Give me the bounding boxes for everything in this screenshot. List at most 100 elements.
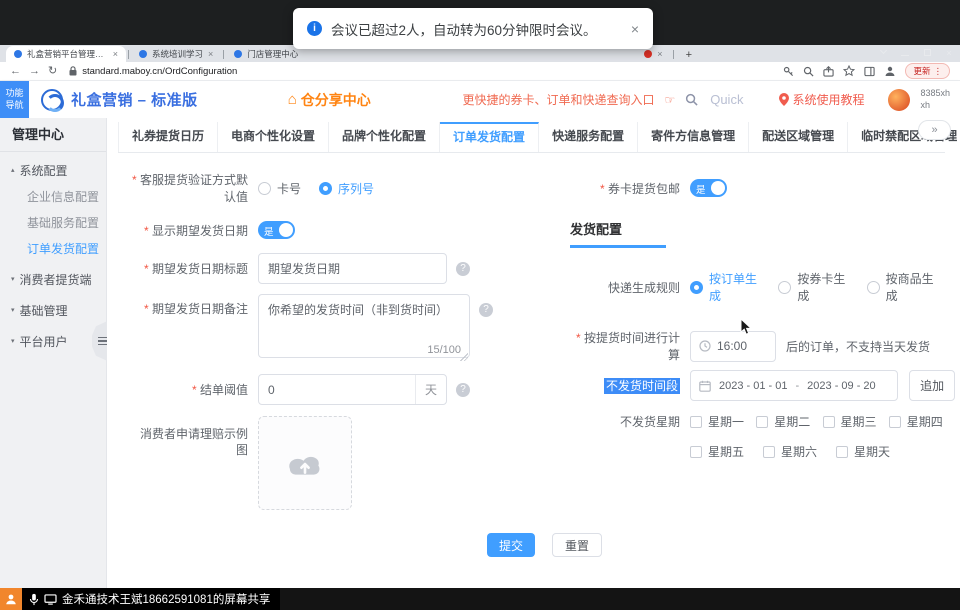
weekday-item[interactable]: 星期五 bbox=[690, 443, 763, 460]
tabs-overflow-button[interactable]: » bbox=[918, 120, 951, 140]
tab-coupon-calendar[interactable]: 礼券提货日历 bbox=[118, 122, 218, 152]
search-icon[interactable] bbox=[685, 93, 698, 106]
radio-by-coupon-label[interactable]: 按券卡生成 bbox=[797, 270, 848, 304]
checkbox bbox=[823, 416, 835, 428]
claim-example-row: 消费者申请理赔示例图 bbox=[130, 416, 470, 510]
tab-search-icon[interactable] bbox=[872, 45, 894, 62]
verify-method-label: 客服提货验证方式默认值 bbox=[130, 171, 258, 205]
expect-date-title-row: 期望发货日期标题 ? bbox=[130, 253, 470, 284]
express-rule-label: 快递生成规则 bbox=[570, 279, 690, 296]
weekday-item[interactable]: 星期六 bbox=[763, 443, 836, 460]
radio-card-number[interactable] bbox=[258, 182, 271, 195]
sidebar-item-platform-user[interactable]: ▾ 平台用户 bbox=[0, 328, 106, 354]
tab-delivery-area[interactable]: 配送区域管理 bbox=[749, 122, 848, 152]
weekday-item[interactable]: 星期四 bbox=[889, 413, 955, 430]
help-icon[interactable]: ? bbox=[456, 262, 470, 276]
radio-by-coupon[interactable] bbox=[778, 281, 791, 294]
microphone-icon[interactable] bbox=[29, 593, 39, 606]
sidebar-item-basic-service[interactable]: 基础服务配置 bbox=[0, 209, 106, 235]
submit-button[interactable]: 提交 bbox=[487, 533, 535, 557]
function-nav-button[interactable]: 功能 导航 bbox=[0, 81, 29, 118]
radio-serial-number-label[interactable]: 序列号 bbox=[338, 180, 374, 197]
browser-tab-active[interactable]: 礼盒营销平台管理中心 × bbox=[6, 46, 126, 62]
pickup-time-label: 按提货时间进行计算 bbox=[570, 329, 690, 363]
radio-card-number-label[interactable]: 卡号 bbox=[277, 180, 301, 197]
weekday-item[interactable]: 星期三 bbox=[823, 413, 889, 430]
screen-icon[interactable] bbox=[44, 594, 57, 605]
side-panel-icon[interactable] bbox=[864, 66, 875, 77]
zoom-icon[interactable] bbox=[803, 66, 814, 77]
bookmark-star-icon[interactable] bbox=[843, 65, 855, 77]
maximize-button[interactable] bbox=[916, 45, 938, 62]
weekday-item[interactable]: 星期二 bbox=[756, 413, 822, 430]
app-header: 功能 导航 礼盒营销 – 标准版 ⌂ 仓分享中心 更快捷的券卡、订单和快递查询入… bbox=[0, 81, 960, 118]
share-center-link[interactable]: ⌂ 仓分享中心 bbox=[288, 90, 371, 110]
show-expect-date-label: 显示期望发货日期 bbox=[130, 222, 258, 239]
back-icon[interactable]: ← bbox=[10, 62, 21, 81]
update-button[interactable]: 更新 ⋮ bbox=[905, 63, 950, 79]
tab-sender-info[interactable]: 寄件方信息管理 bbox=[638, 122, 749, 152]
close-button[interactable]: × bbox=[938, 45, 960, 62]
date-range-input[interactable]: 2023 - 01 - 01 - 2023 - 09 - 20 bbox=[690, 370, 898, 401]
participant-icon[interactable] bbox=[0, 588, 22, 610]
radio-by-product[interactable] bbox=[867, 281, 880, 294]
sidebar-item-order-shipping[interactable]: 订单发货配置 bbox=[0, 235, 106, 261]
address-bar-actions: 更新 ⋮ bbox=[783, 63, 950, 79]
new-tab-button[interactable]: + bbox=[686, 49, 692, 61]
pickup-time-input[interactable]: 16:00 bbox=[690, 331, 776, 362]
tab-ecommerce-custom[interactable]: 电商个性化设置 bbox=[218, 122, 329, 152]
resize-handle-icon[interactable] bbox=[460, 353, 468, 361]
screenshare-text: 金禾通技术王斌18662591081的屏幕共享 bbox=[62, 591, 270, 607]
calendar-icon bbox=[699, 380, 711, 392]
quick-entry-text[interactable]: 更快捷的券卡、订单和快递查询入口 bbox=[462, 91, 654, 108]
browser-tab[interactable]: 门店管理中心 bbox=[226, 46, 306, 62]
weekday-item[interactable]: 星期天 bbox=[836, 443, 909, 460]
tab-close-icon[interactable]: × bbox=[657, 49, 662, 59]
free-shipping-toggle[interactable]: 是 bbox=[690, 179, 727, 197]
radio-by-order[interactable] bbox=[690, 281, 703, 294]
clock-icon bbox=[699, 340, 711, 352]
sidebar-item-enterprise-info[interactable]: 企业信息配置 bbox=[0, 183, 106, 209]
reload-icon[interactable]: ↻ bbox=[48, 62, 57, 81]
help-icon[interactable]: ? bbox=[456, 383, 470, 397]
no-ship-period-row: 不发货时间段 2023 - 01 - 01 - 2023 - 09 - 20 追… bbox=[570, 370, 955, 401]
radio-serial-number[interactable] bbox=[319, 182, 332, 195]
info-icon: i bbox=[307, 21, 322, 36]
share-icon[interactable] bbox=[823, 66, 834, 77]
profile-icon[interactable] bbox=[884, 65, 896, 77]
tab-order-shipping[interactable]: 订单发货配置 bbox=[440, 122, 539, 152]
toast-close-icon[interactable]: × bbox=[631, 21, 639, 37]
forward-icon[interactable]: → bbox=[29, 62, 40, 81]
url-text: standard.maboy.cn/OrdConfiguration bbox=[82, 66, 237, 77]
expect-date-title-input[interactable] bbox=[258, 253, 447, 284]
tab-close-icon[interactable]: × bbox=[113, 49, 118, 59]
radio-by-product-label[interactable]: 按商品生成 bbox=[886, 270, 937, 304]
url-box[interactable]: standard.maboy.cn/OrdConfiguration bbox=[69, 66, 237, 77]
sidebar-item-basic-management[interactable]: ▾ 基础管理 bbox=[0, 297, 106, 323]
image-upload-box[interactable] bbox=[258, 416, 352, 510]
main-content: 礼券提货日历 电商个性化设置 品牌个性化配置 订单发货配置 快递服务配置 寄件方… bbox=[107, 118, 960, 588]
claim-example-label: 消费者申请理赔示例图 bbox=[130, 416, 258, 458]
tab-brand-custom[interactable]: 品牌个性化配置 bbox=[329, 122, 440, 152]
sidebar-item-consumer-pickup[interactable]: ▾ 消费者提货端 bbox=[0, 266, 106, 292]
key-icon[interactable] bbox=[783, 66, 794, 77]
chevron-up-icon: ▴ bbox=[11, 166, 15, 174]
minimize-button[interactable] bbox=[894, 45, 916, 62]
append-button[interactable]: 追加 bbox=[909, 370, 955, 401]
show-expect-date-toggle[interactable]: 是 bbox=[258, 221, 295, 239]
tutorial-link[interactable]: 系统使用教程 bbox=[779, 91, 864, 108]
user-name: 8385xh xh bbox=[920, 88, 950, 111]
favicon bbox=[644, 50, 652, 58]
browser-tab[interactable]: 系统培训学习 × bbox=[131, 46, 221, 62]
reset-button[interactable]: 重置 bbox=[552, 533, 602, 557]
window-controls: × bbox=[872, 45, 960, 62]
tab-close-icon[interactable]: × bbox=[208, 49, 213, 59]
tab-express-service[interactable]: 快递服务配置 bbox=[539, 122, 638, 152]
user-avatar[interactable] bbox=[888, 89, 910, 111]
help-icon[interactable]: ? bbox=[479, 303, 493, 317]
weekday-item[interactable]: 星期一 bbox=[690, 413, 756, 430]
sidebar-item-system-config[interactable]: ▴ 系统配置 bbox=[0, 157, 106, 183]
quick-search-label[interactable]: Quick bbox=[710, 92, 743, 107]
date-separator: - bbox=[796, 380, 800, 392]
radio-by-order-label[interactable]: 按订单生成 bbox=[709, 270, 760, 304]
